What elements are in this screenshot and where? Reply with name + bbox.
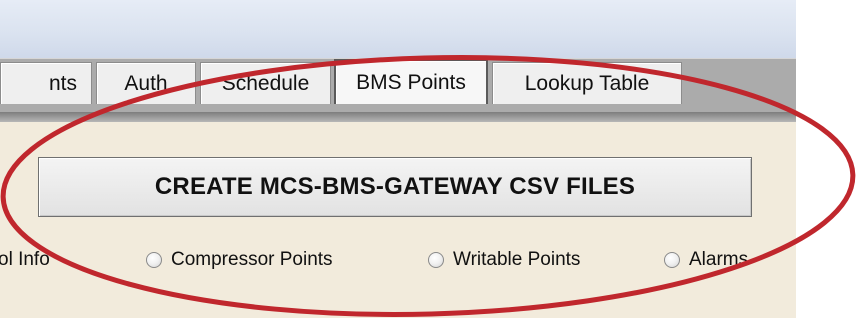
radio-button-icon[interactable]: [428, 252, 444, 268]
point-type-radio-group: ol Info Compressor Points Writable Point…: [0, 244, 796, 276]
radio-button-icon[interactable]: [664, 252, 680, 268]
tab-lookup-table[interactable]: Lookup Table: [492, 62, 682, 104]
radio-control-info[interactable]: ol Info: [0, 244, 50, 276]
tab-panel-edge: [0, 112, 796, 122]
tab-label: nts: [48, 71, 77, 95]
tab-content-panel: [0, 122, 796, 318]
radio-compressor-points[interactable]: Compressor Points: [146, 244, 333, 276]
radio-label: Writable Points: [453, 249, 581, 270]
create-csv-files-label: CREATE MCS-BMS-GATEWAY CSV FILES: [154, 173, 636, 200]
radio-button-icon[interactable]: [146, 252, 162, 268]
tab-label: Lookup Table: [524, 71, 650, 95]
title-bar: [0, 0, 796, 58]
create-csv-files-button[interactable]: CREATE MCS-BMS-GATEWAY CSV FILES: [38, 157, 752, 217]
application-window: nts Auth Schedule BMS Points Lookup Tabl…: [0, 0, 796, 318]
radio-label: Compressor Points: [171, 249, 333, 270]
radio-label: ol Info: [0, 249, 50, 270]
tab-label: Auth: [124, 71, 168, 95]
radio-writable-points[interactable]: Writable Points: [428, 244, 580, 276]
tab-bms-points[interactable]: BMS Points: [334, 59, 488, 104]
tab-label: Schedule: [221, 71, 310, 95]
radio-label: Alarms: [689, 249, 749, 270]
radio-alarms[interactable]: Alarms: [664, 244, 748, 276]
tab-points-partial[interactable]: nts: [0, 62, 92, 104]
tab-auth[interactable]: Auth: [96, 62, 196, 104]
tab-schedule[interactable]: Schedule: [200, 62, 331, 104]
tab-label: BMS Points: [356, 70, 466, 94]
